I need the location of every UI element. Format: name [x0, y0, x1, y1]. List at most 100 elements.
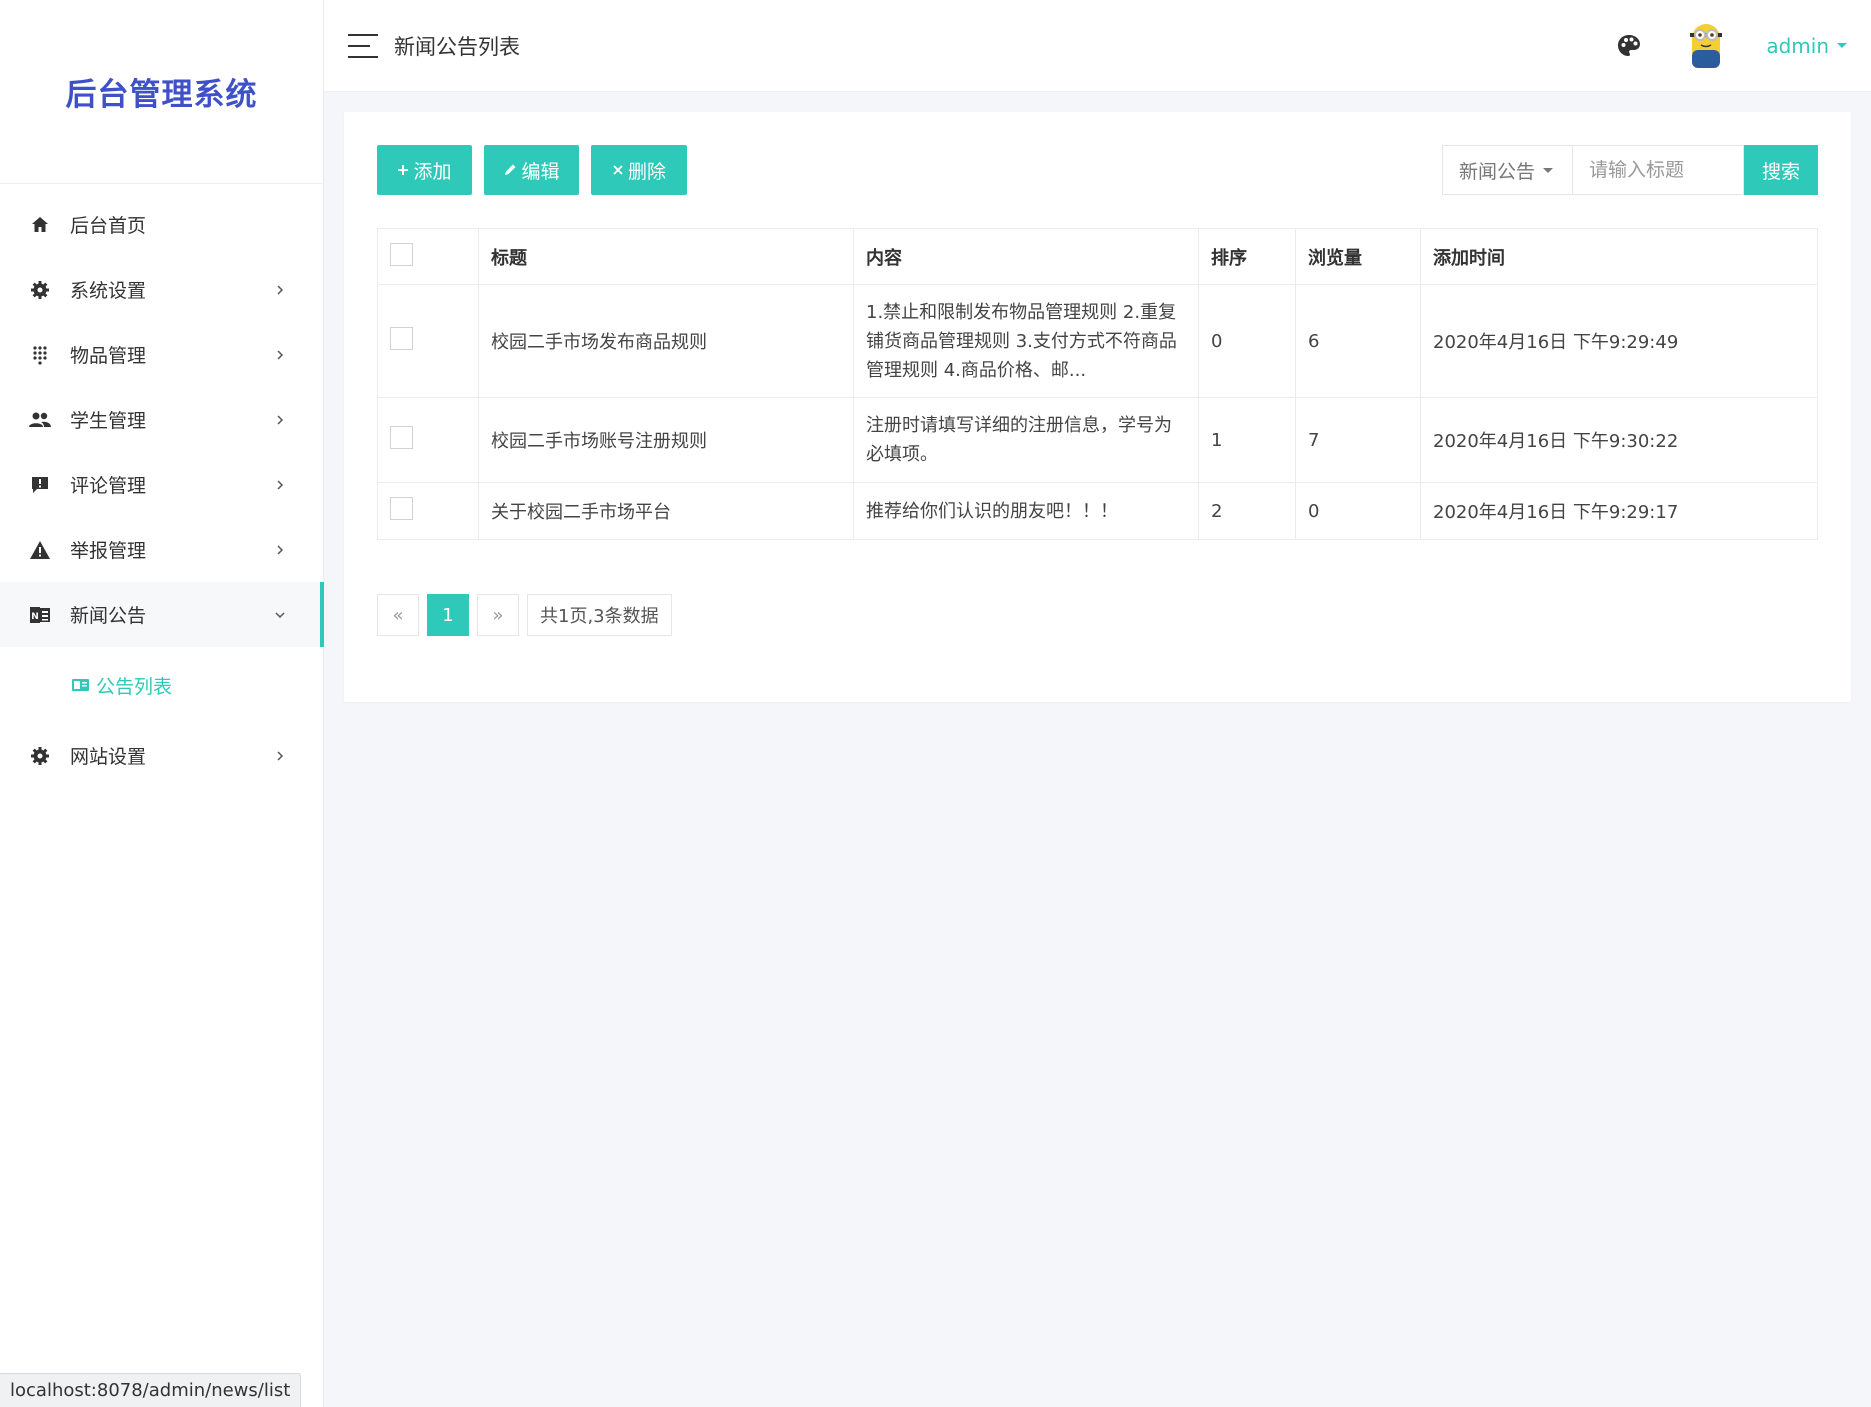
grid-dots-icon: [28, 343, 52, 367]
add-button-label: 添加: [413, 160, 452, 183]
prev-page-button[interactable]: «: [377, 594, 419, 636]
table-row[interactable]: 校园二手市场发布商品规则 1.禁止和限制发布物品管理规则 2.重复铺货商品管理规…: [377, 284, 1818, 398]
column-header-time: 添加时间: [1420, 228, 1818, 285]
sidebar-item-news[interactable]: N 新闻公告: [0, 582, 324, 647]
top-header: 新闻公告列表 admin: [324, 0, 1871, 92]
cell-time: 2020年4月16日 下午9:30:22: [1420, 397, 1818, 483]
page-title: 新闻公告列表: [394, 34, 520, 59]
delete-button-label: 删除: [627, 160, 666, 183]
status-bar-url: localhost:8078/admin/news/list: [0, 1373, 302, 1407]
plus-icon: [397, 164, 409, 176]
cell-content: 推荐给你们认识的朋友吧！！！: [853, 482, 1199, 540]
table-header-row: 标题 内容 排序 浏览量 添加时间: [377, 228, 1818, 285]
pagination-info: 共1页,3条数据: [527, 594, 672, 636]
edit-button-label: 编辑: [521, 160, 560, 183]
chevron-right-icon: [273, 749, 287, 763]
user-name: admin: [1766, 33, 1829, 58]
edit-button[interactable]: 编辑: [484, 145, 579, 195]
cell-views: 6: [1295, 284, 1421, 398]
page-number-current[interactable]: 1: [427, 594, 469, 636]
column-header-sort: 排序: [1198, 228, 1296, 285]
avatar[interactable]: [1686, 20, 1726, 72]
cell-title: 关于校园二手市场平台: [478, 482, 854, 540]
cell-sort: 2: [1198, 482, 1296, 540]
palette-icon[interactable]: [1616, 33, 1642, 59]
warning-icon: [28, 538, 52, 562]
cell-views: 7: [1295, 397, 1421, 483]
next-page-button[interactable]: »: [477, 594, 519, 636]
table-row[interactable]: 校园二手市场账号注册规则 注册时请填写详细的注册信息，学号为必填项。 1 7 2…: [377, 397, 1818, 483]
sidebar-item-reports[interactable]: 举报管理: [0, 517, 323, 582]
cell-title: 校园二手市场发布商品规则: [478, 284, 854, 398]
sidebar-item-goods[interactable]: 物品管理: [0, 322, 323, 387]
comment-icon: [28, 473, 52, 497]
sidebar-item-home[interactable]: 后台首页: [0, 192, 323, 257]
search-bar: 新闻公告 搜索: [1442, 145, 1818, 195]
sidebar: 后台管理系统 后台首页 系统设置 物品管理 学生管理 评论管理 举报管理 N 新…: [0, 0, 324, 1407]
sidebar-subitem-announcement-list[interactable]: 公告列表: [0, 647, 323, 723]
column-header-content: 内容: [853, 228, 1199, 285]
cell-content: 注册时请填写详细的注册信息，学号为必填项。: [853, 397, 1199, 483]
caret-down-icon: [1837, 43, 1847, 48]
cell-views: 0: [1295, 482, 1421, 540]
select-all-cell: [377, 228, 479, 285]
category-select[interactable]: 新闻公告: [1442, 145, 1572, 195]
column-header-title: 标题: [478, 228, 854, 285]
sidebar-item-students[interactable]: 学生管理: [0, 387, 323, 452]
cell-title: 校园二手市场账号注册规则: [478, 397, 854, 483]
cell-content: 1.禁止和限制发布物品管理规则 2.重复铺货商品管理规则 3.支付方式不符商品管…: [853, 284, 1199, 398]
sidebar-item-website-settings[interactable]: 网站设置: [0, 723, 323, 788]
sidebar-item-label: 评论管理: [70, 475, 147, 497]
user-menu[interactable]: admin: [1766, 34, 1847, 58]
select-all-checkbox[interactable]: [390, 242, 413, 266]
sidebar-item-comments[interactable]: 评论管理: [0, 452, 323, 517]
delete-button[interactable]: 删除: [591, 145, 687, 195]
brand-title: 后台管理系统: [65, 77, 258, 113]
row-checkbox[interactable]: [390, 497, 413, 520]
news-table: 标题 内容 排序 浏览量 添加时间 校园二手市场发布商品规则 1.禁止和限制发布…: [377, 228, 1818, 540]
search-button[interactable]: 搜索: [1744, 145, 1818, 195]
sidebar-item-system-settings[interactable]: 系统设置: [0, 257, 323, 322]
sidebar-item-label: 物品管理: [70, 345, 147, 367]
sidebar-item-label: 举报管理: [70, 540, 147, 562]
home-icon: [28, 213, 52, 237]
cell-sort: 1: [1198, 397, 1296, 483]
content-card: 添加 编辑 删除 新闻公告 搜索 标题 内容 排序 浏览量 添加时间: [344, 112, 1851, 702]
column-header-views: 浏览量: [1295, 228, 1421, 285]
svg-text:N: N: [31, 612, 39, 622]
table-row[interactable]: 关于校园二手市场平台 推荐给你们认识的朋友吧！！！ 2 0 2020年4月16日…: [377, 482, 1818, 540]
chevron-right-icon: [273, 413, 287, 427]
chevron-right-icon: [273, 478, 287, 492]
row-select-cell: [377, 482, 479, 540]
row-select-cell: [377, 397, 479, 483]
caret-down-icon: [1543, 167, 1554, 173]
users-icon: [28, 408, 52, 432]
sidebar-menu: 后台首页 系统设置 物品管理 学生管理 评论管理 举报管理 N 新闻公告 公告列…: [0, 184, 324, 788]
cell-sort: 0: [1198, 284, 1296, 398]
gear-icon: [28, 744, 52, 768]
sidebar-item-label: 网站设置: [70, 746, 147, 768]
search-input[interactable]: [1572, 145, 1744, 195]
pencil-icon: [503, 163, 517, 177]
brand: 后台管理系统: [0, 0, 323, 184]
sidebar-item-label: 系统设置: [70, 280, 147, 302]
menu-toggle-icon[interactable]: [348, 33, 378, 58]
news-icon: N: [28, 603, 52, 627]
header-right: admin: [1616, 20, 1847, 72]
sidebar-item-label: 后台首页: [70, 215, 147, 237]
chevron-right-icon: [273, 283, 287, 297]
gear-icon: [28, 278, 52, 302]
cell-time: 2020年4月16日 下午9:29:17: [1420, 482, 1818, 540]
pagination: « 1 » 共1页,3条数据: [377, 594, 680, 636]
chevron-right-icon: [273, 543, 287, 557]
category-select-value: 新闻公告: [1459, 160, 1536, 183]
chevron-down-icon: [273, 608, 287, 622]
toolbar: 添加 编辑 删除: [377, 145, 699, 195]
sidebar-item-label: 新闻公告: [70, 605, 147, 627]
sidebar-item-label: 学生管理: [70, 410, 147, 432]
chevron-right-icon: [273, 348, 287, 362]
row-select-cell: [377, 284, 479, 398]
row-checkbox[interactable]: [390, 327, 413, 350]
add-button[interactable]: 添加: [377, 145, 472, 195]
row-checkbox[interactable]: [390, 426, 413, 449]
